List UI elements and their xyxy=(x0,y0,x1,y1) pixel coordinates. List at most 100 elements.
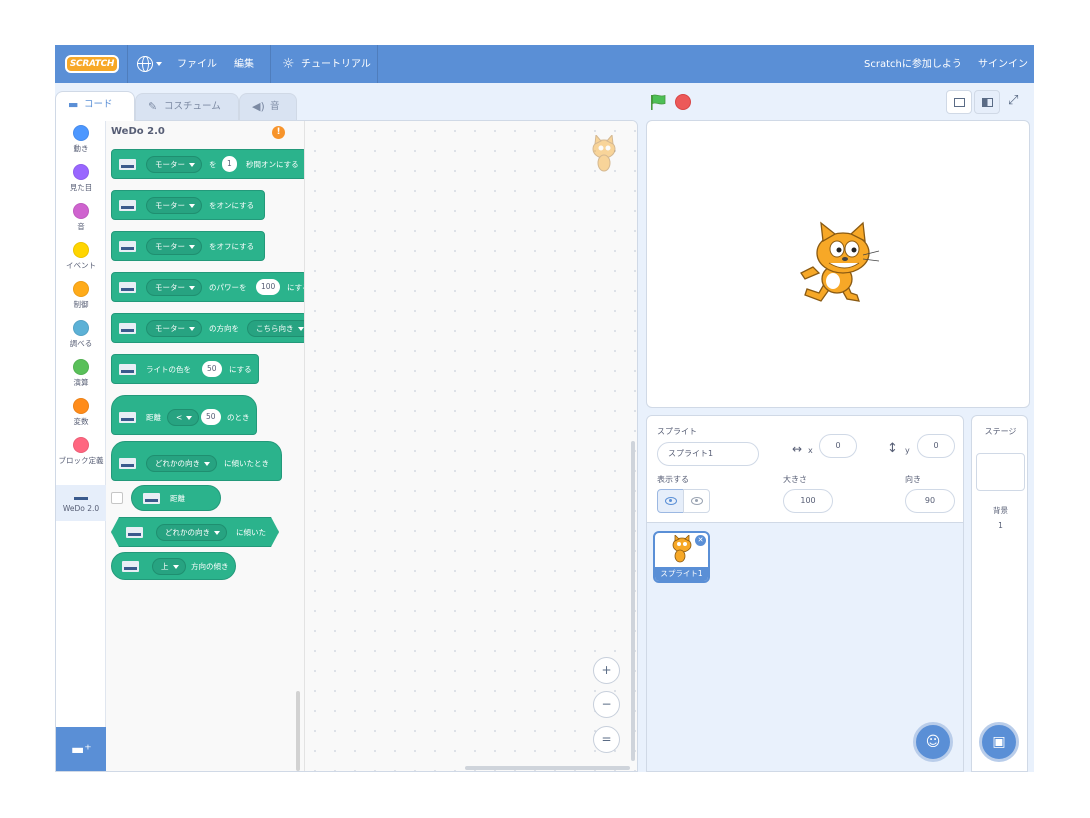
menu-file[interactable]: ファイル xyxy=(177,57,217,73)
cat-thumbnail-icon xyxy=(672,535,692,563)
zoom-out-button[interactable]: − xyxy=(593,691,620,718)
choose-sprite-button[interactable]: ☺ xyxy=(913,722,953,762)
block-motor-off[interactable]: モーター をオフにする xyxy=(111,231,265,261)
menu-tutorial[interactable]: チュートリアル xyxy=(301,57,371,73)
block-text: を xyxy=(209,160,217,169)
sprite-thumbnail-name: スプライト1 xyxy=(655,567,708,581)
signin-link[interactable]: サインイン xyxy=(978,57,1028,73)
wedo-icon xyxy=(126,527,143,538)
x-input[interactable]: 0 xyxy=(819,434,857,458)
block-palette: WeDo 2.0 ! モーター を 1 秒間オンにする モーター をオンにする … xyxy=(106,121,305,771)
scratch-logo[interactable]: SCRATCH xyxy=(65,55,119,73)
backdrops-count: 1 xyxy=(998,521,1003,530)
tab-code[interactable]: ▬ コード xyxy=(55,91,135,121)
stop-button[interactable] xyxy=(675,94,691,110)
wedo-icon xyxy=(119,364,136,375)
wedo-icon xyxy=(119,458,136,469)
block-motor-on-for[interactable]: モーター を 1 秒間オンにする xyxy=(111,149,304,179)
motor-dropdown[interactable]: モーター xyxy=(146,238,202,255)
zoom-reset-button[interactable]: = xyxy=(593,726,620,753)
motor-dropdown[interactable]: モーター xyxy=(146,279,202,296)
hide-button[interactable] xyxy=(683,489,710,513)
tab-costumes[interactable]: ✎ コスチューム xyxy=(135,93,239,121)
script-workspace[interactable]: + − = xyxy=(305,121,637,771)
category-sensing[interactable]: 調べる xyxy=(56,320,106,349)
small-stage-button[interactable] xyxy=(946,90,972,114)
motor-dropdown[interactable]: モーター xyxy=(146,320,202,337)
zoom-in-button[interactable]: + xyxy=(593,657,620,684)
motor-dropdown[interactable]: モーター xyxy=(146,197,202,214)
direction-dropdown[interactable]: こちら向き xyxy=(247,320,304,337)
eye-slash-icon xyxy=(691,497,703,505)
show-button[interactable] xyxy=(657,489,684,513)
workspace-horizontal-scrollbar[interactable] xyxy=(465,766,630,770)
monitor-checkbox[interactable] xyxy=(111,492,123,504)
category-my-blocks[interactable]: ブロック定義 xyxy=(56,437,106,466)
block-motor-on[interactable]: モーター をオンにする xyxy=(111,190,265,220)
tilt-direction-dropdown[interactable]: どれかの向き xyxy=(146,455,217,472)
block-motor-power[interactable]: モーター のパワーを 100 にする xyxy=(111,272,304,302)
tab-sounds[interactable]: ◀) 音 xyxy=(239,93,297,121)
block-text: のパワーを xyxy=(209,283,247,292)
y-input[interactable]: 0 xyxy=(917,434,955,458)
menu-edit[interactable]: 編集 xyxy=(234,57,254,73)
category-wedo[interactable]: WeDo 2.0 xyxy=(56,485,106,521)
block-text: をオンにする xyxy=(209,201,255,210)
distance-input[interactable]: 50 xyxy=(201,409,221,425)
block-tilted-boolean[interactable]: どれかの向き に傾いた xyxy=(111,517,279,547)
block-text: 秒間オンにする xyxy=(246,160,299,169)
block-text: にする xyxy=(229,365,252,374)
category-label: ブロック定義 xyxy=(58,456,104,465)
size-input[interactable]: 100 xyxy=(783,489,833,513)
palette-scrollbar[interactable] xyxy=(296,691,300,771)
color-input[interactable]: 50 xyxy=(202,361,222,377)
category-events[interactable]: イベント xyxy=(56,242,106,271)
globe-icon[interactable] xyxy=(137,56,153,72)
fullscreen-button[interactable]: ⤢ xyxy=(1002,90,1028,114)
direction-input[interactable]: 90 xyxy=(905,489,955,513)
block-motor-direction[interactable]: モーター の方向を こちら向き xyxy=(111,313,304,343)
block-distance-reporter[interactable]: 距離 xyxy=(131,485,221,511)
motor-dropdown[interactable]: モーター xyxy=(146,156,202,173)
sprite-name-input[interactable]: スプライト1 xyxy=(657,442,759,466)
stage-title: ステージ xyxy=(984,427,1017,436)
direction-label: 向き xyxy=(905,475,921,484)
delete-sprite-button[interactable]: ✕ xyxy=(695,535,706,546)
category-operators[interactable]: 演算 xyxy=(56,359,106,388)
category-dot-icon xyxy=(73,281,89,297)
chevron-down-icon xyxy=(156,62,162,66)
category-dot-icon xyxy=(73,125,89,141)
tilt-direction-dropdown[interactable]: 上 xyxy=(152,558,186,575)
sprite-thumbnail[interactable]: ✕ スプライト1 xyxy=(653,531,710,583)
stage-selector[interactable]: ステージ 背景 1 ▣ xyxy=(971,415,1028,772)
seconds-input[interactable]: 1 xyxy=(222,156,237,172)
tilt-direction-dropdown[interactable]: どれかの向き xyxy=(156,524,227,541)
current-sprite-indicator-icon xyxy=(592,135,616,172)
green-flag-icon[interactable] xyxy=(649,94,667,110)
block-tilt-angle[interactable]: 上 方向の傾き xyxy=(111,552,236,580)
category-variables[interactable]: 変数 xyxy=(56,398,106,427)
stage-canvas[interactable] xyxy=(646,120,1030,408)
warning-icon[interactable]: ! xyxy=(272,126,285,139)
block-when-distance[interactable]: 距離 < 50 のとき xyxy=(111,395,257,435)
category-sound[interactable]: 音 xyxy=(56,203,106,232)
choose-backdrop-button[interactable]: ▣ xyxy=(979,722,1019,762)
comparison-dropdown[interactable]: < xyxy=(167,409,200,426)
join-link[interactable]: Scratchに参加しよう xyxy=(864,57,962,73)
backdrops-label: 背景 xyxy=(993,506,1008,515)
block-when-tilted[interactable]: どれかの向き に傾いたとき xyxy=(111,441,282,481)
block-light-color[interactable]: ライトの色を 50 にする xyxy=(111,354,259,384)
category-label: 調べる xyxy=(69,339,93,348)
category-motion[interactable]: 動き xyxy=(56,125,106,154)
large-stage-button[interactable] xyxy=(974,90,1000,114)
cat-sprite[interactable] xyxy=(797,221,881,311)
sprite-pane: スプライト スプライト1 ↔ x 0 ↕ y 0 表示する 大きさ 100 向き… xyxy=(646,415,964,772)
block-text: 距離 xyxy=(170,494,185,503)
menu-divider xyxy=(127,45,128,83)
category-looks[interactable]: 見た目 xyxy=(56,164,106,193)
backdrop-thumbnail[interactable] xyxy=(976,453,1025,491)
category-control[interactable]: 制御 xyxy=(56,281,106,310)
power-input[interactable]: 100 xyxy=(256,279,281,295)
workspace-vertical-scrollbar[interactable] xyxy=(631,441,635,761)
add-extension-button[interactable]: ▬⁺ xyxy=(56,727,106,771)
